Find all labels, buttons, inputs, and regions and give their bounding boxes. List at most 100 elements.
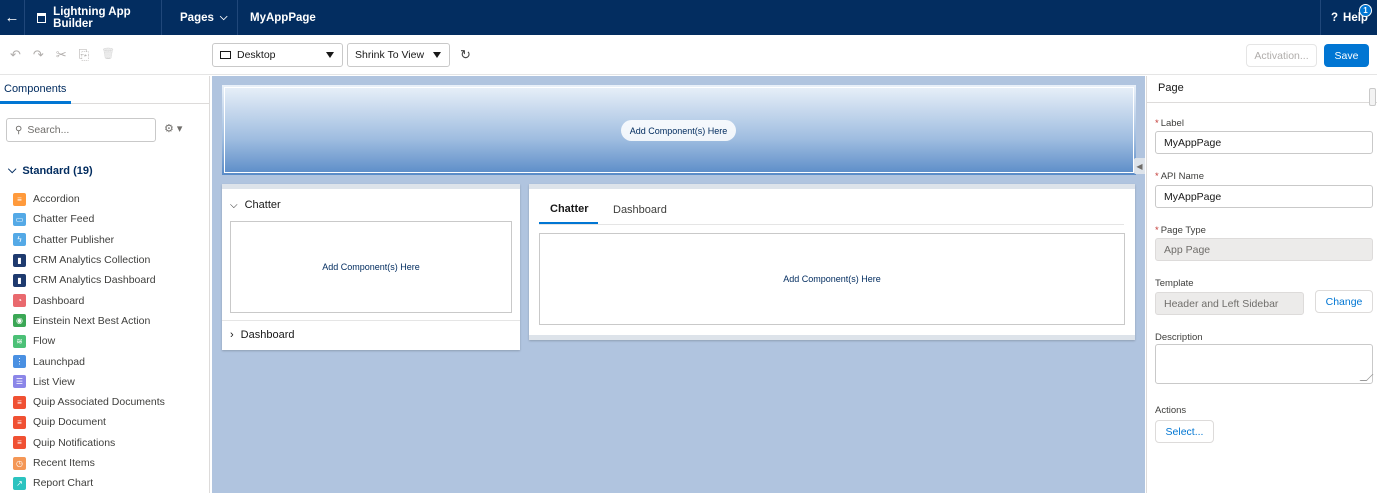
- copy-icon[interactable]: ⎘: [79, 47, 89, 63]
- change-template-button[interactable]: Change: [1315, 290, 1373, 313]
- component-label: Chatter Feed: [33, 213, 95, 226]
- description-field[interactable]: [1155, 344, 1373, 384]
- back-arrow-icon: ←: [4, 9, 20, 26]
- tab-divider: [539, 224, 1124, 225]
- caret-down-icon: [326, 52, 334, 58]
- component-item[interactable]: ↗ Report Chart: [13, 473, 165, 493]
- component-item[interactable]: ◉ Einstein Next Best Action: [13, 311, 165, 331]
- component-icon: ▭: [13, 212, 26, 226]
- component-item[interactable]: ≡ Quip Notifications: [13, 433, 165, 453]
- component-item[interactable]: ▮ CRM Analytics Dashboard: [13, 270, 165, 290]
- help-button[interactable]: ? Help 1: [1320, 0, 1377, 35]
- component-icon: ◉: [13, 314, 26, 328]
- component-label: List View: [33, 375, 75, 388]
- component-item[interactable]: ≡ Quip Associated Documents: [13, 392, 165, 412]
- undo-icon[interactable]: ↶: [10, 47, 21, 63]
- header-region[interactable]: Add Component(s) Here: [222, 85, 1136, 175]
- chevron-down-icon: ⌵: [8, 164, 17, 176]
- component-label: Accordion: [33, 193, 80, 206]
- accordion-section-chatter[interactable]: ⌵ Chatter: [230, 199, 281, 211]
- component-icon: ◷: [13, 456, 26, 470]
- collapse-handle-icon[interactable]: ◀: [1134, 158, 1145, 174]
- component-item[interactable]: ≡ Accordion: [13, 189, 165, 209]
- accordion-section-dashboard[interactable]: › Dashboard: [230, 329, 295, 341]
- component-icon: ≡: [13, 192, 26, 206]
- cut-icon[interactable]: ✂: [56, 47, 67, 63]
- toolbar: ↶ ↷ ✂ ⎘ 🗑 Desktop Shrink To View ↻: [0, 35, 1377, 75]
- component-list: ≡ Accordion ▭ Chatter Feed ϟ Chatter Publishe…: [13, 189, 165, 493]
- chevron-right-icon: ›: [230, 329, 234, 341]
- chevron-down-icon: ⌵: [219, 12, 228, 23]
- component-label: Quip Document: [33, 416, 106, 429]
- component-icon: ≡: [13, 415, 26, 429]
- standard-section-toggle[interactable]: ⌵ Standard (19): [8, 164, 93, 177]
- panel-scrollbar[interactable]: [1369, 88, 1376, 106]
- device-select[interactable]: Desktop: [212, 43, 343, 67]
- pages-menu-label: Pages: [180, 11, 214, 24]
- back-button[interactable]: ←: [0, 0, 25, 35]
- pages-menu[interactable]: Pages ⌵: [162, 0, 238, 35]
- component-icon: ▮: [13, 253, 26, 267]
- label-field[interactable]: MyAppPage: [1155, 131, 1373, 154]
- component-icon: ⋮: [13, 355, 26, 369]
- edit-tools: ↶ ↷ ✂ ⎘ 🗑: [10, 47, 115, 63]
- actions-select-button[interactable]: Select...: [1155, 420, 1214, 443]
- component-item[interactable]: ▭ Chatter Feed: [13, 209, 165, 229]
- component-label: Chatter Publisher: [33, 233, 115, 246]
- component-item[interactable]: ▮ CRM Analytics Collection: [13, 250, 165, 270]
- component-item[interactable]: ◔ Dashboard: [13, 290, 165, 310]
- label-field-label: * Label: [1155, 118, 1184, 129]
- sidebar-drop-zone[interactable]: Add Component(s) Here: [230, 221, 512, 313]
- standard-section-label: Standard (19): [22, 164, 93, 177]
- search-input[interactable]: ⚲ Search...: [6, 118, 156, 142]
- search-placeholder: Search...: [27, 124, 70, 136]
- description-field-label: Description: [1155, 332, 1203, 343]
- delete-icon[interactable]: 🗑: [101, 47, 115, 63]
- activation-button[interactable]: Activation...: [1246, 44, 1317, 67]
- template-field-label: Template: [1155, 278, 1194, 289]
- accordion-section-label: Chatter: [244, 199, 281, 211]
- refresh-icon[interactable]: ↻: [460, 47, 471, 63]
- component-label: Launchpad: [33, 355, 85, 368]
- component-label: Quip Associated Documents: [33, 396, 165, 409]
- zoom-select[interactable]: Shrink To View: [347, 43, 450, 67]
- component-icon: ↗: [13, 476, 26, 490]
- panel-title: Page: [1158, 82, 1184, 94]
- properties-panel: Page * Label MyAppPage * API Name MyAppPag…: [1146, 76, 1377, 493]
- redo-icon[interactable]: ↷: [33, 47, 44, 63]
- component-label: CRM Analytics Dashboard: [33, 274, 156, 287]
- caret-down-icon: [433, 52, 441, 58]
- component-label: Einstein Next Best Action: [33, 314, 151, 327]
- component-item[interactable]: ☰ List View: [13, 372, 165, 392]
- template-field: Header and Left Sidebar: [1155, 292, 1304, 315]
- gear-icon[interactable]: ⚙ ▾: [164, 122, 182, 135]
- save-button[interactable]: Save: [1324, 44, 1369, 67]
- app-title: Lightning App Builder: [25, 0, 162, 35]
- api-name-field[interactable]: MyAppPage: [1155, 185, 1373, 208]
- main-drop-zone[interactable]: Add Component(s) Here: [539, 233, 1125, 325]
- tab-components[interactable]: Components: [0, 76, 71, 104]
- component-icon: ▮: [13, 273, 26, 287]
- component-item[interactable]: ≡ Quip Document: [13, 412, 165, 432]
- question-icon: ?: [1331, 11, 1339, 24]
- header-drop-zone[interactable]: Add Component(s) Here: [621, 120, 736, 141]
- component-item[interactable]: ≋ Flow: [13, 331, 165, 351]
- component-icon: ◔: [13, 294, 26, 308]
- help-badge: 1: [1359, 4, 1372, 17]
- sidebar-region: ⌵ Chatter Add Component(s) Here › Dashbo…: [222, 184, 520, 350]
- tab-chatter[interactable]: Chatter: [539, 195, 598, 224]
- component-icon: ϟ: [13, 233, 26, 247]
- app-title-text: Lightning App Builder: [53, 5, 131, 30]
- component-item[interactable]: ⋮ Launchpad: [13, 351, 165, 371]
- component-icon: ☰: [13, 375, 26, 389]
- component-item[interactable]: ◷ Recent Items: [13, 453, 165, 473]
- tab-dashboard[interactable]: Dashboard: [602, 195, 678, 224]
- actions-label: Actions: [1155, 405, 1187, 416]
- chevron-down-icon: ⌵: [230, 199, 238, 211]
- component-label: Dashboard: [33, 294, 85, 307]
- component-icon: ≡: [13, 395, 26, 409]
- component-icon: ≡: [13, 436, 26, 450]
- components-sidebar: Components ⚲ Search... ⚙ ▾ ⌵ Standard (1…: [0, 76, 210, 493]
- accordion-divider: [222, 320, 520, 321]
- component-item[interactable]: ϟ Chatter Publisher: [13, 230, 165, 250]
